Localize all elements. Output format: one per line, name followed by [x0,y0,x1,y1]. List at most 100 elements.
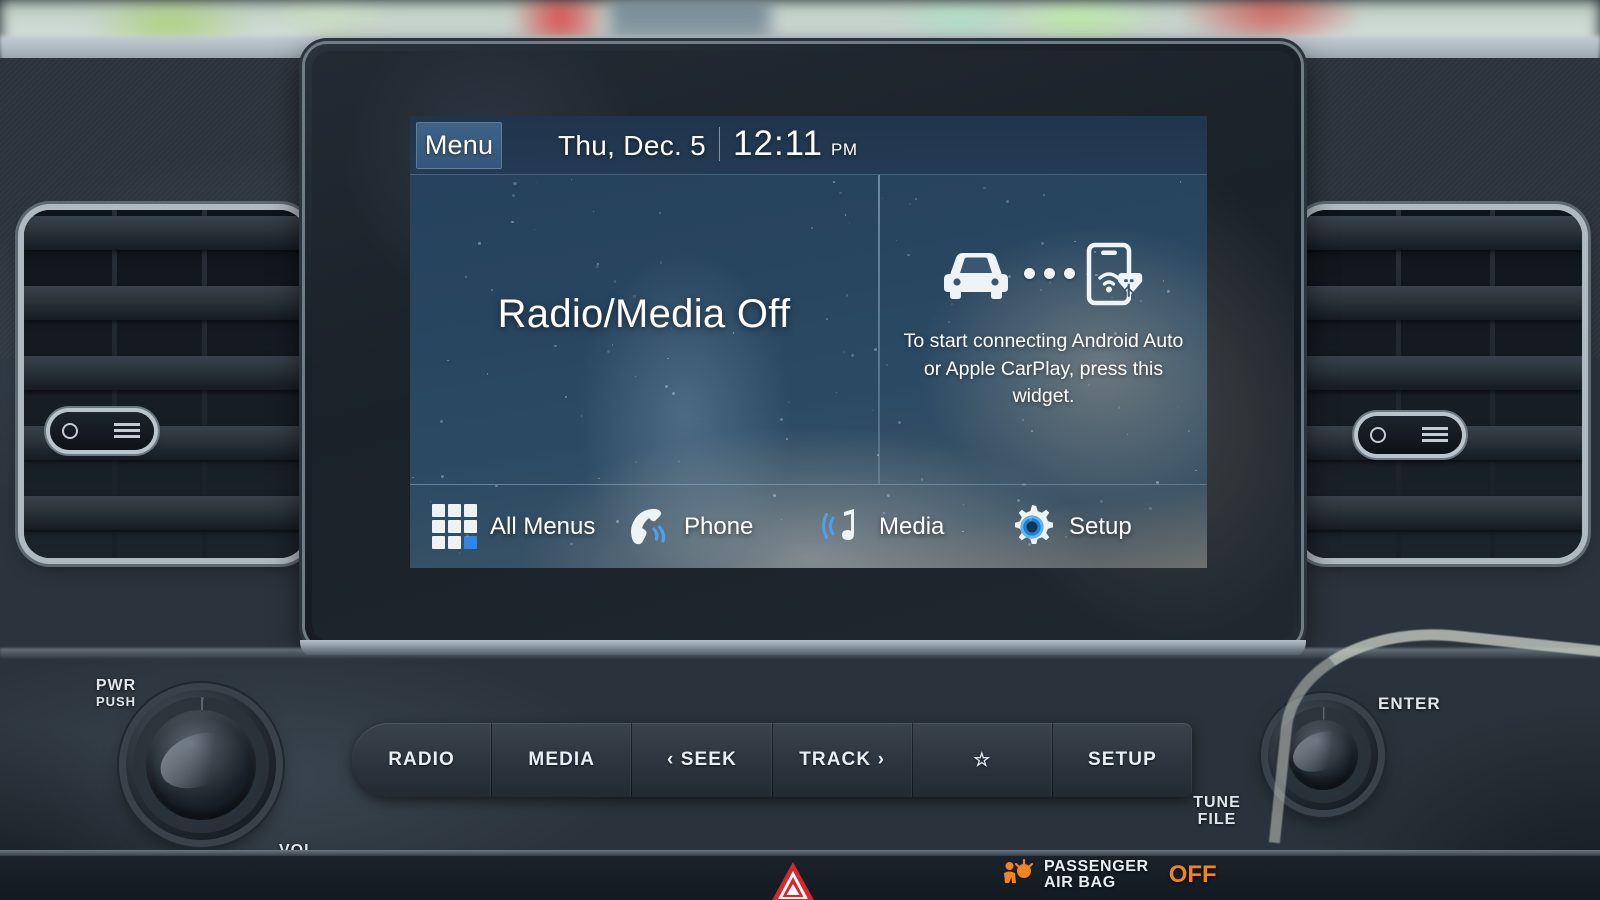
power-volume-knob[interactable] [126,690,276,840]
air-vent-right[interactable] [1300,210,1582,558]
screen-dust-speck [616,321,618,323]
screen-bottom-nav: All Menus Phone Media Setup [410,485,1207,568]
screen-dust-speck [1166,289,1170,294]
hazard-button[interactable] [770,860,816,900]
screen-dust-speck [665,385,669,389]
vent-open-icon [114,423,140,439]
screen-dust-speck [671,391,675,395]
screen-dust-speck [534,228,536,230]
nav-item-setup[interactable]: Setup [1008,503,1132,551]
screen-dust-speck [1117,406,1121,409]
screen-dust-speck [677,460,681,463]
screen-dust-speck [842,351,845,354]
screen-dust-speck [439,419,443,423]
datetime-group: Thu, Dec. 5 12:11 PM [558,124,858,164]
screen-dust-speck [564,395,568,399]
screen-dust-speck [887,493,890,497]
screen-dust-speck [962,503,964,506]
screen-dust-speck [874,347,878,351]
projection-widget[interactable]: To start connecting Android Auto or Appl… [880,176,1207,483]
screen-dust-speck [1093,250,1096,253]
screen-dust-speck [570,178,572,180]
vent-slat [1300,356,1582,390]
vent-closed-icon [62,423,78,439]
screen-dust-speck [632,294,636,298]
gear-icon [1015,504,1053,544]
vent-slat [24,356,306,390]
nav-label-setup: Setup [1069,512,1132,540]
screen-dust-speck [611,344,614,346]
screen-dust-speck [569,542,573,546]
screen-dust-speck [1139,299,1142,302]
screen-dust-speck [1149,506,1152,510]
screen-dust-speck [897,420,902,424]
screen-dust-speck [850,353,854,357]
hw-button-media[interactable]: MEDIA [492,723,633,797]
hw-button-radio[interactable]: RADIO [352,723,493,797]
screen-dust-speck [772,493,776,497]
vent-control-slider-left[interactable] [50,412,154,450]
screen-dust-speck [697,322,699,324]
screen-dust-speck [835,392,837,394]
nav-label-media: Media [879,512,945,540]
screen-dust-speck [1040,289,1042,291]
nav-item-phone[interactable]: Phone [625,505,753,549]
airbag-state-badge: OFF [1168,861,1217,888]
screen-dust-speck [1008,274,1012,278]
screen-dust-speck [1022,482,1026,487]
screen-dust-speck [920,478,924,481]
date-label: Thu, Dec. 5 [558,130,707,161]
screen-dust-speck [634,375,637,378]
speaker-mesh-pattern [1279,625,1600,877]
screen-dust-speck [486,373,489,375]
screen-dust-speck [495,484,498,487]
vent-slat [24,216,306,250]
vent-slat [24,496,306,530]
screen-dust-speck [810,226,814,230]
screen-dust-speck [914,198,917,201]
vent-open-icon [1422,427,1448,443]
screen-dust-speck [1048,281,1051,284]
hw-button-setup[interactable]: SETUP [1053,723,1192,797]
screen-dust-speck [1028,517,1032,521]
screen-dust-speck [580,415,583,417]
nav-item-media[interactable]: Media [820,504,944,550]
radio-media-status[interactable]: Radio/Media Off [410,292,878,337]
hw-button-track[interactable]: TRACK › [773,723,913,797]
screen-dust-speck [872,409,875,412]
screen-dust-speck [634,460,637,463]
windshield-vehicle-blur [610,0,770,40]
screen-dust-speck [535,181,538,184]
screen-dust-speck [1137,273,1139,276]
screen-dust-speck [839,191,843,195]
screen-dust-speck [659,261,663,264]
screen-dust-speck [1088,384,1090,386]
infotainment-display[interactable]: Menu Thu, Dec. 5 12:11 PM Radio/Media Of… [410,116,1207,568]
screen-dust-speck [613,280,617,284]
screen-dust-speck [732,332,734,334]
airbag-line1: PASSENGER [1044,858,1149,875]
screen-dust-speck [1030,429,1033,432]
screen-dust-speck [615,520,619,523]
screen-dust-speck [697,417,700,420]
screen-dust-speck [440,475,444,479]
air-vent-left[interactable] [24,210,306,558]
screen-dust-speck [412,477,414,479]
vent-slat [24,286,306,320]
vent-control-slider-right[interactable] [1358,416,1462,454]
hw-button-favorite[interactable]: ☆ [913,723,1053,797]
screen-dust-speck [658,211,662,215]
screen-dust-speck [554,344,557,348]
screen-dust-speck [848,222,851,225]
screen-dust-speck [833,181,835,183]
dots-icon [1024,268,1075,280]
vent-slat [1300,496,1582,530]
projection-icon-group [939,242,1148,306]
menu-button[interactable]: Menu [416,122,502,169]
screen-dust-speck [877,454,879,456]
screen-dust-speck [516,324,520,328]
screen-dust-speck [787,400,790,403]
hw-button-seek[interactable]: ‹ SEEK [632,723,773,797]
nav-label-phone: Phone [684,512,754,540]
screen-dust-speck [1086,273,1088,275]
